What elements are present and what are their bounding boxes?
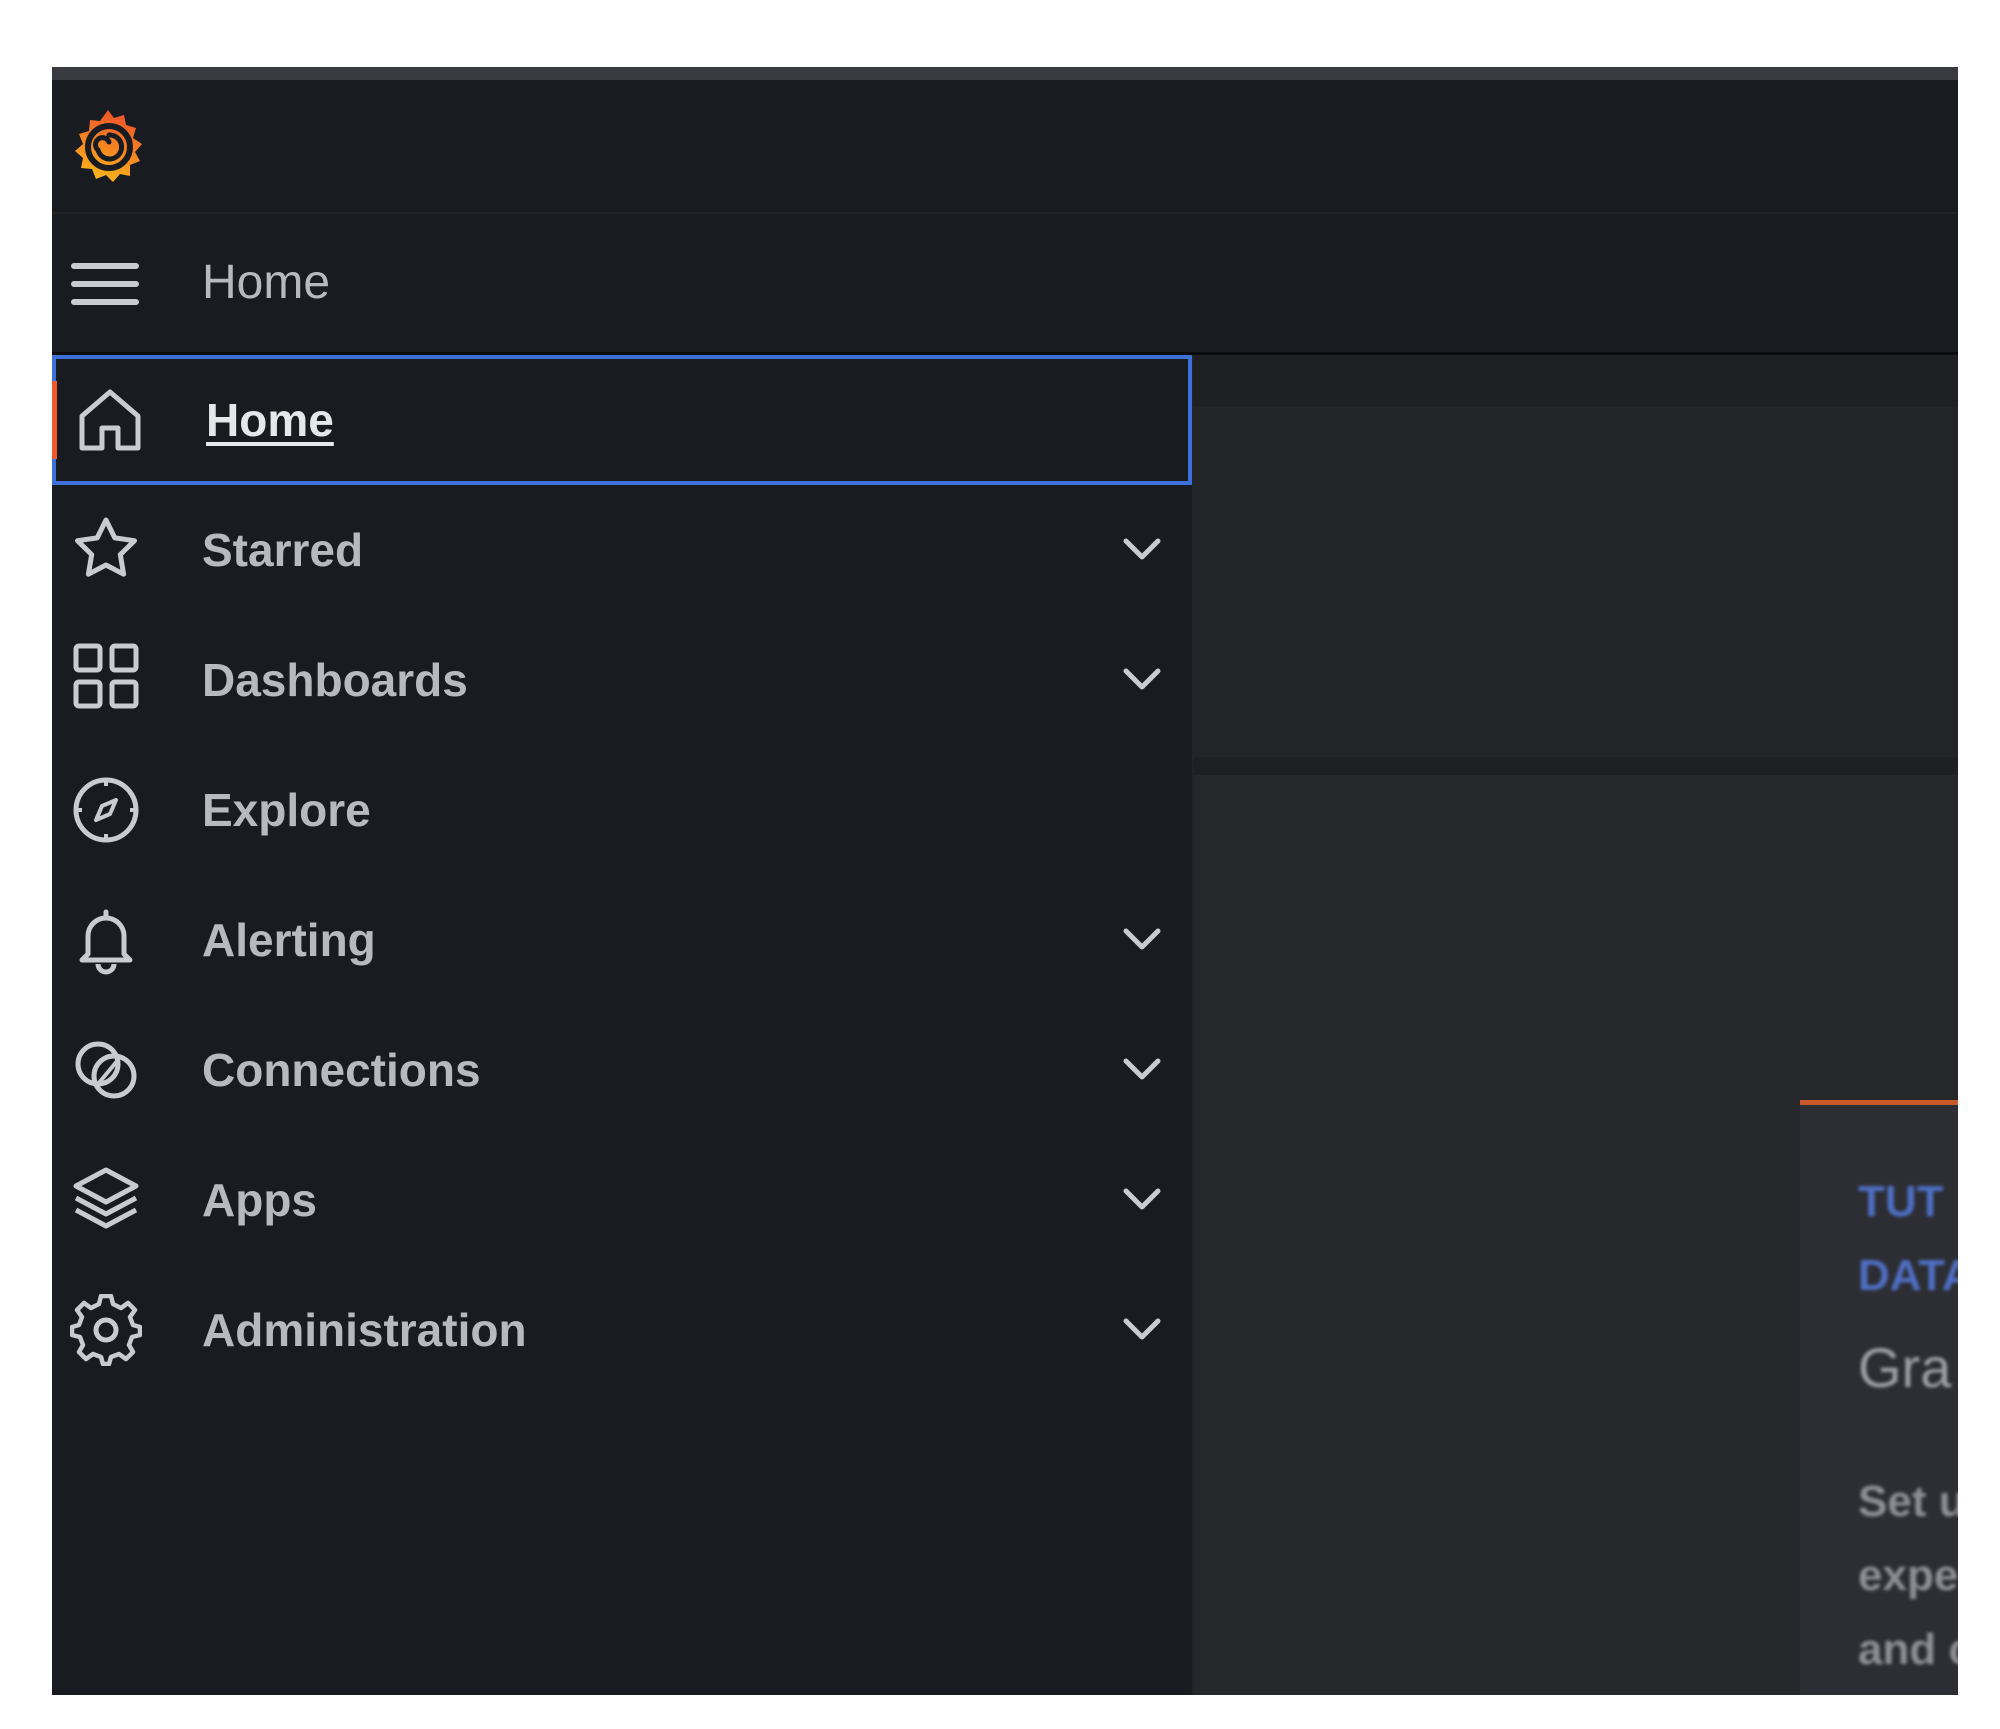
nav-item-administration[interactable]: Administration	[52, 1265, 1192, 1395]
nav-item-label: Dashboards	[202, 654, 468, 706]
nav-item-label: Alerting	[202, 914, 376, 966]
bell-icon	[79, 909, 133, 975]
dashboards-grid-icon	[73, 643, 139, 709]
breadcrumb: Home	[52, 214, 1958, 355]
compass-icon	[73, 777, 139, 843]
chevron-down-icon[interactable]	[1120, 1315, 1164, 1345]
nav-item-label: Apps	[202, 1174, 317, 1226]
hamburger-menu-icon[interactable]	[70, 254, 140, 314]
nav-item-label: Connections	[202, 1044, 481, 1096]
nav-item-starred[interactable]: Starred	[52, 485, 1192, 615]
home-icon	[79, 389, 141, 451]
nav-item-dashboards[interactable]: Dashboards	[52, 615, 1192, 745]
nav-item-label: Administration	[202, 1304, 527, 1356]
grafana-logo-icon[interactable]	[68, 106, 148, 186]
connections-icon	[75, 1041, 137, 1099]
background-panel	[1192, 407, 1958, 757]
chevron-down-icon[interactable]	[1120, 665, 1164, 695]
logo-bar	[52, 80, 1958, 214]
star-icon	[75, 517, 137, 577]
tutorial-card: TUT DATA Gra Set u expe and c right	[1800, 1100, 1958, 1695]
chevron-down-icon[interactable]	[1120, 1185, 1164, 1215]
gear-icon	[70, 1294, 142, 1366]
breadcrumb-home[interactable]: Home	[202, 258, 330, 308]
chevron-down-icon[interactable]	[1120, 925, 1164, 955]
window-top-strip	[52, 67, 1958, 80]
nav-item-label: Starred	[202, 524, 364, 576]
nav-item-connections[interactable]: Connections	[52, 1005, 1192, 1135]
chevron-down-icon[interactable]	[1120, 1055, 1164, 1085]
nav-item-label: Explore	[202, 784, 371, 836]
nav-item-explore[interactable]: Explore	[52, 745, 1192, 875]
grafana-window: Home TUT DATA Gra Set u expe and c right…	[52, 67, 1958, 1695]
tutorial-card-description: Set u expe and c right	[1858, 1477, 1958, 1674]
nav-item-label: Home	[206, 394, 334, 446]
chevron-down-icon[interactable]	[1120, 535, 1164, 565]
nav-item-home[interactable]: Home	[52, 355, 1192, 485]
nav-drawer: Home Starred Dashboards Explore Alerting…	[52, 355, 1194, 1695]
layers-icon	[73, 1167, 139, 1229]
nav-item-alerting[interactable]: Alerting	[52, 875, 1192, 1005]
nav-item-apps[interactable]: Apps	[52, 1135, 1192, 1265]
tutorial-card-tag: TUT DATA	[1858, 1177, 1958, 1300]
tutorial-card-title: Gra	[1858, 1336, 1952, 1399]
